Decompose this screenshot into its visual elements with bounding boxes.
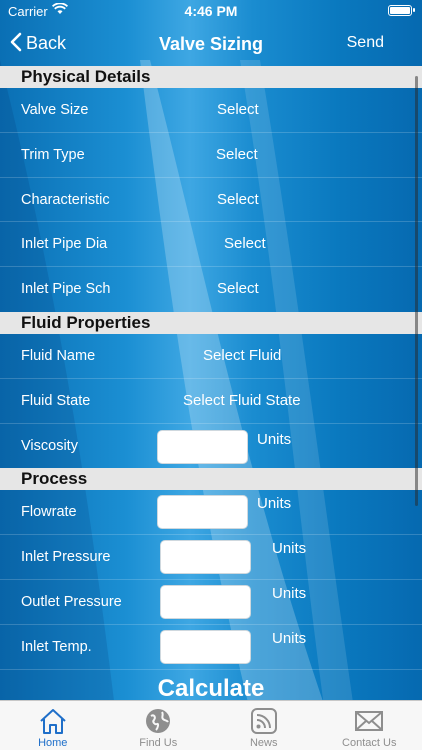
tab-label: Find Us bbox=[139, 737, 178, 749]
viscosity-units[interactable]: Units bbox=[257, 431, 291, 448]
inlet-pressure-input[interactable] bbox=[160, 540, 251, 575]
inlet-pipe-dia-select[interactable]: Select bbox=[224, 235, 266, 252]
row-label: Valve Size bbox=[21, 102, 89, 118]
flowrate-units[interactable]: Units bbox=[257, 495, 291, 512]
row-inlet-pressure: Inlet Pressure Units bbox=[0, 535, 422, 580]
outlet-pressure-units[interactable]: Units bbox=[272, 585, 306, 602]
outlet-pressure-input[interactable] bbox=[160, 584, 251, 619]
tab-contact-us[interactable]: Contact Us bbox=[317, 701, 422, 750]
fluid-state-select[interactable]: Select Fluid State bbox=[183, 392, 301, 409]
row-viscosity: Viscosity Units bbox=[0, 424, 422, 469]
send-button[interactable]: Send bbox=[347, 34, 384, 52]
battery-icon bbox=[388, 5, 415, 16]
status-bar: Carrier 4:46 PM bbox=[0, 0, 422, 22]
row-label: Fluid State bbox=[21, 392, 91, 409]
inlet-temp-units[interactable]: Units bbox=[272, 630, 306, 647]
tab-find-us[interactable]: Find Us bbox=[106, 701, 212, 750]
form-content[interactable]: Physical Details Valve Size Select Trim … bbox=[0, 66, 422, 700]
row-fluid-name: Fluid Name Select Fluid bbox=[0, 334, 422, 379]
row-label: Inlet Pressure bbox=[21, 549, 111, 566]
section-header-physical: Physical Details bbox=[0, 66, 422, 88]
row-label: Outlet Pressure bbox=[21, 593, 122, 610]
tab-label: News bbox=[249, 737, 278, 749]
inlet-pipe-sch-select[interactable]: Select bbox=[217, 280, 259, 297]
row-outlet-pressure: Outlet Pressure Units bbox=[0, 580, 422, 625]
valve-size-select[interactable]: Select bbox=[217, 101, 259, 118]
tab-label: Contact Us bbox=[342, 737, 397, 749]
home-icon bbox=[38, 707, 68, 738]
viscosity-input[interactable] bbox=[157, 429, 248, 464]
row-characteristic: Characteristic Select bbox=[0, 178, 422, 223]
tab-news[interactable]: News bbox=[211, 701, 317, 750]
row-inlet-temp: Inlet Temp. Units bbox=[0, 625, 422, 670]
calculate-button[interactable]: Calculate bbox=[0, 675, 422, 700]
characteristic-select[interactable]: Select bbox=[217, 191, 259, 208]
row-label: Inlet Temp. bbox=[21, 638, 92, 655]
row-inlet-pipe-dia: Inlet Pipe Dia Select bbox=[0, 222, 422, 268]
row-label: Trim Type bbox=[21, 146, 85, 163]
globe-icon bbox=[144, 707, 172, 738]
row-label: Inlet Pipe Dia bbox=[21, 236, 108, 253]
row-trim-type: Trim Type Select bbox=[0, 133, 422, 178]
trim-type-select[interactable]: Select bbox=[216, 146, 258, 163]
inlet-temp-input[interactable] bbox=[160, 629, 251, 664]
scroll-indicator[interactable] bbox=[415, 76, 418, 506]
row-label: Flowrate bbox=[21, 504, 77, 521]
flowrate-input[interactable] bbox=[157, 495, 248, 530]
row-fluid-state: Fluid State Select Fluid State bbox=[0, 379, 422, 424]
section-header-process: Process bbox=[0, 468, 422, 491]
row-label: Characteristic bbox=[21, 191, 110, 208]
fluid-name-select[interactable]: Select Fluid bbox=[203, 347, 281, 364]
envelope-icon bbox=[354, 707, 384, 738]
section-header-fluid: Fluid Properties bbox=[0, 311, 422, 334]
inlet-pressure-units[interactable]: Units bbox=[272, 540, 306, 557]
row-label: Viscosity bbox=[21, 437, 78, 454]
tab-home[interactable]: Home bbox=[0, 701, 106, 750]
row-label: Inlet Pipe Sch bbox=[21, 281, 111, 298]
tab-label: Home bbox=[38, 737, 68, 749]
row-inlet-pipe-sch: Inlet Pipe Sch Select bbox=[0, 267, 422, 312]
clock: 4:46 PM bbox=[184, 3, 238, 19]
navigation-bar: Back Valve Sizing Send bbox=[0, 22, 422, 66]
row-flowrate: Flowrate Units bbox=[0, 490, 422, 536]
tab-bar: Home Find Us News Contact Us bbox=[0, 700, 422, 750]
rss-icon bbox=[250, 707, 278, 738]
row-label: Fluid Name bbox=[21, 347, 96, 364]
row-valve-size: Valve Size Select bbox=[0, 88, 422, 133]
